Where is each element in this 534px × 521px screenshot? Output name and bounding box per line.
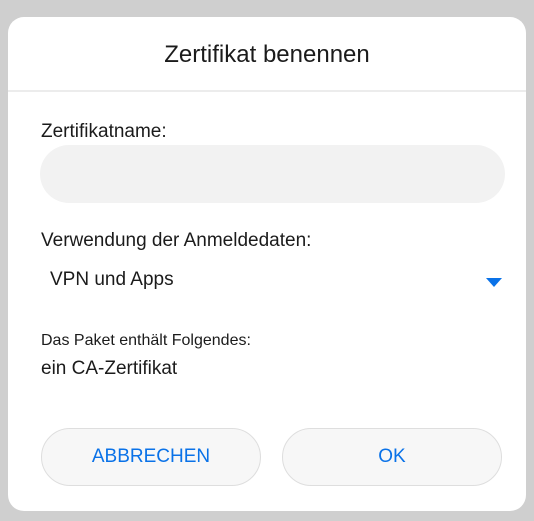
- package-contents-value: ein CA-Zertifikat: [41, 358, 178, 379]
- chevron-down-icon[interactable]: [486, 278, 502, 287]
- credential-usage-dropdown[interactable]: VPN und Apps: [40, 261, 505, 303]
- certificate-name-dialog: Zertifikat benennen Zertifikatname: Verw…: [8, 17, 526, 511]
- ok-button[interactable]: OK: [282, 428, 502, 486]
- title-divider: [8, 90, 526, 92]
- certificate-name-label: Zertifikatname:: [41, 121, 167, 142]
- dialog-title: Zertifikat benennen: [164, 41, 370, 68]
- package-contents-label: Das Paket enthält Folgendes:: [41, 332, 251, 349]
- certificate-name-input[interactable]: [40, 145, 505, 203]
- credential-usage-selected-value: VPN und Apps: [50, 269, 174, 290]
- cancel-button[interactable]: ABBRECHEN: [41, 428, 261, 486]
- credential-usage-label: Verwendung der Anmeldedaten:: [41, 230, 312, 251]
